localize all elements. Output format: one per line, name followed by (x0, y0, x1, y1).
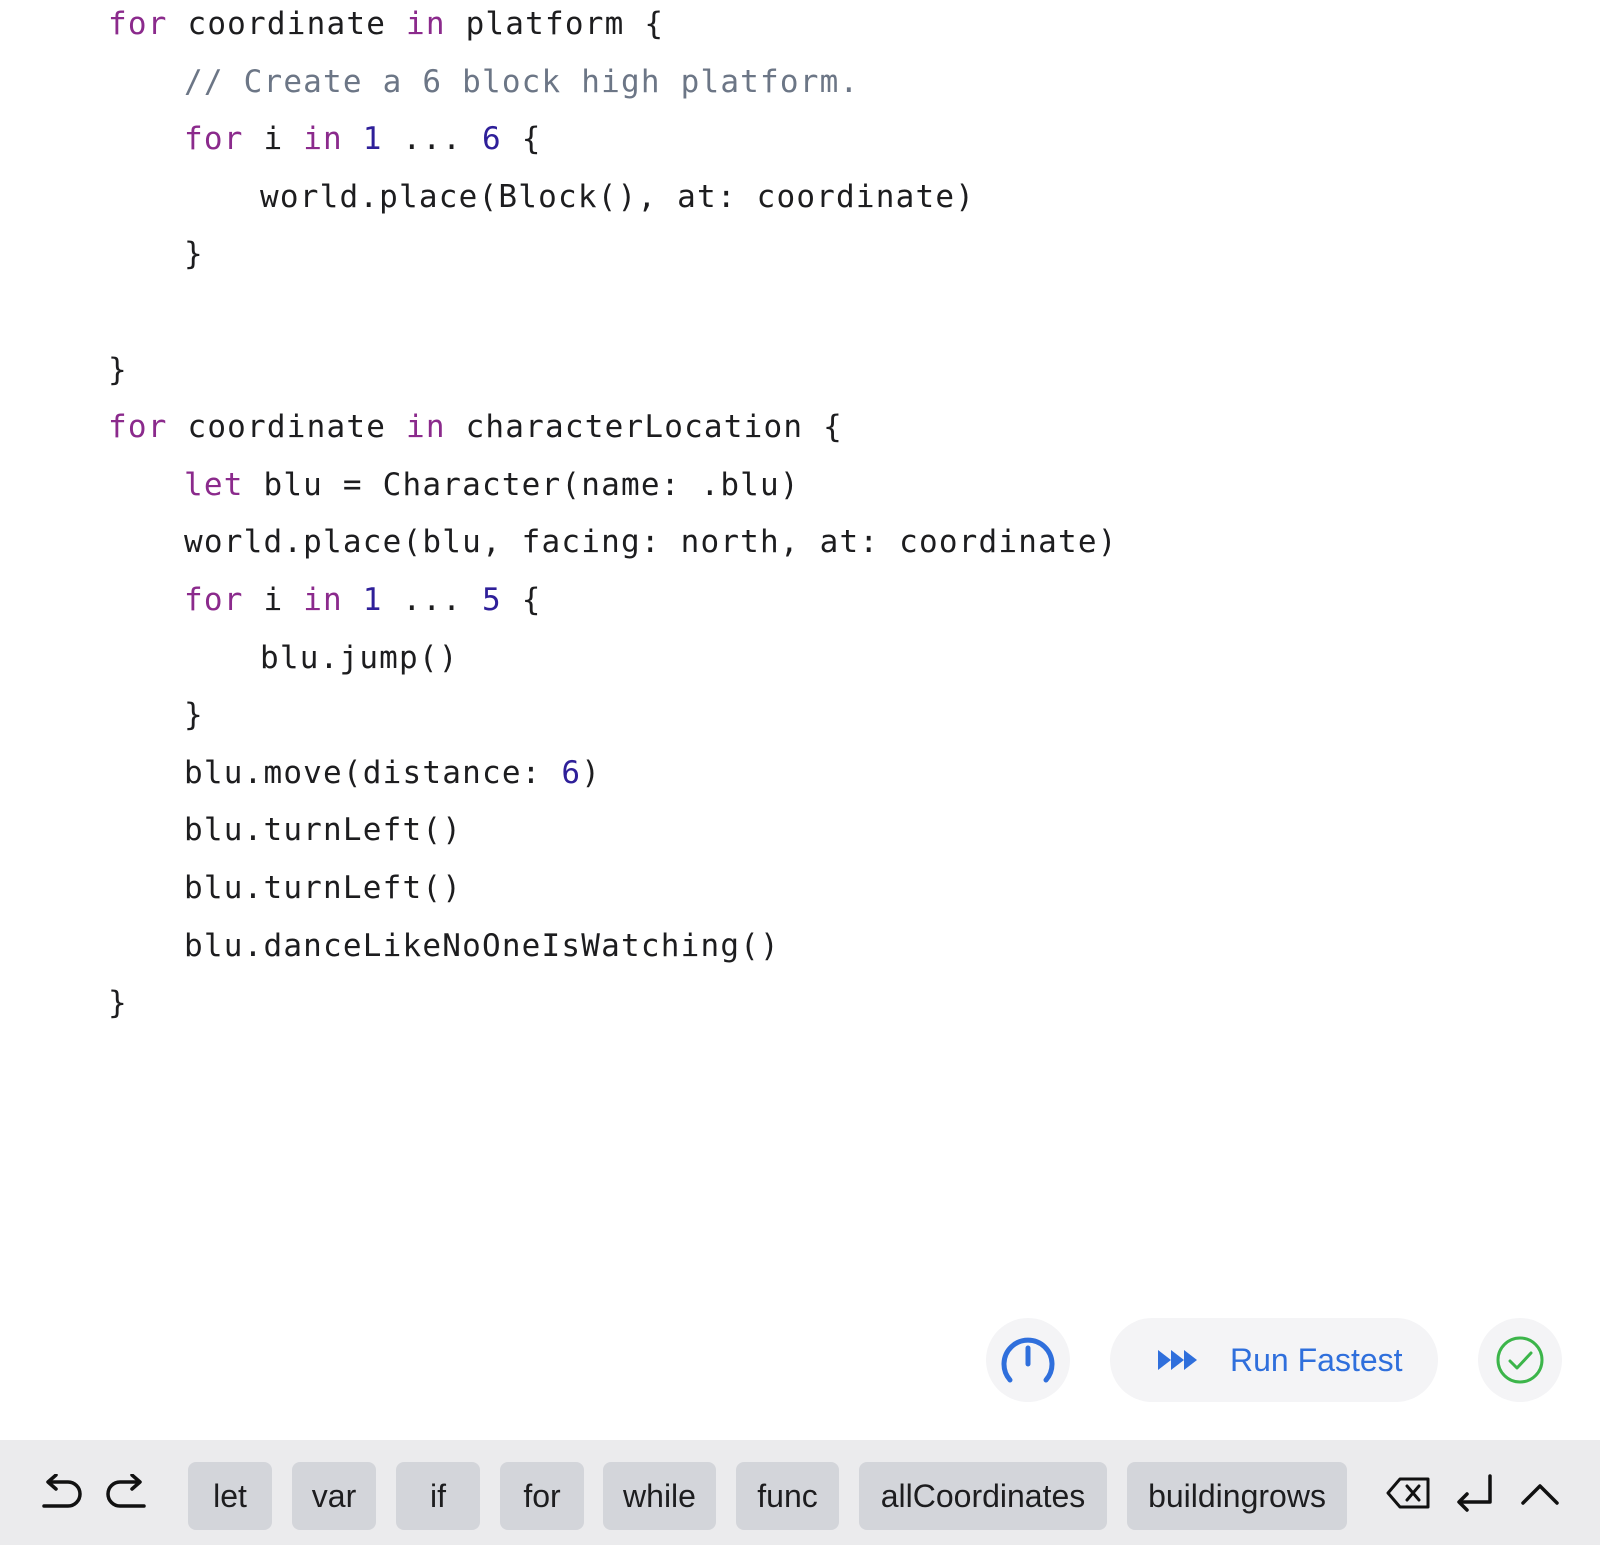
code-line[interactable]: } (108, 350, 128, 390)
code-token: } (108, 985, 128, 1022)
code-line[interactable]: } (184, 695, 204, 735)
shortcut-toolbar: let var if for while func allCoordinates… (0, 1440, 1600, 1545)
delete-backward-icon[interactable] (1386, 1476, 1432, 1510)
code-token: in (405, 6, 446, 42)
code-token: in (405, 409, 446, 446)
code-token: for (184, 121, 244, 158)
chip-while[interactable]: while (603, 1462, 716, 1530)
chip-let[interactable]: let (188, 1462, 272, 1530)
chip-for[interactable]: for (500, 1462, 584, 1530)
code-token: coordinate (167, 6, 406, 42)
code-token: } (184, 236, 204, 273)
chip-var[interactable]: var (292, 1462, 376, 1530)
code-token: i (243, 121, 304, 158)
fast-forward-icon (1158, 1350, 1197, 1370)
return-icon[interactable] (1454, 1474, 1496, 1514)
code-editor[interactable]: for coordinate in platform { // Create a … (0, 0, 1600, 1290)
code-token: blu.danceLikeNoOneIsWatching() (184, 927, 780, 964)
chip-buildingrows[interactable]: buildingrows (1127, 1462, 1347, 1530)
code-token: 5 (482, 582, 502, 618)
run-fastest-button[interactable]: Run Fastest (1110, 1318, 1438, 1402)
chip-func[interactable]: func (736, 1462, 839, 1530)
run-fastest-label: Run Fastest (1230, 1342, 1403, 1378)
code-line[interactable]: world.place(Block(), at: coordinate) (260, 177, 975, 217)
code-line[interactable]: } (108, 983, 128, 1023)
code-line[interactable]: for coordinate in characterLocation { (108, 407, 843, 447)
code-token: { (501, 121, 542, 158)
code-token: 1 (362, 582, 383, 618)
speed-button[interactable] (986, 1318, 1070, 1402)
code-token: // Create a 6 block high platform. (184, 63, 860, 100)
code-token: blu.turnLeft() (184, 812, 463, 849)
code-token: } (184, 697, 204, 734)
code-token: ... (382, 582, 482, 618)
chip-if[interactable]: if (396, 1462, 480, 1530)
checkmark-circle-icon (1496, 1336, 1544, 1384)
code-line[interactable]: blu.danceLikeNoOneIsWatching() (184, 926, 780, 966)
code-token: blu.turnLeft() (184, 870, 463, 906)
check-button[interactable] (1478, 1318, 1562, 1402)
code-token: blu.move(distance: (184, 754, 562, 791)
code-line[interactable]: let blu = Character(name: .blu) (184, 465, 800, 505)
code-token: for (184, 582, 244, 618)
code-line[interactable]: for i in 1 ... 6 { (184, 119, 542, 159)
code-line[interactable]: world.place(blu, facing: north, at: coor… (184, 522, 1118, 562)
code-token: blu.jump() (260, 639, 459, 676)
redo-icon[interactable] (104, 1474, 150, 1514)
code-token: let (184, 466, 244, 503)
code-line[interactable]: } (184, 234, 204, 274)
code-token: platform { (445, 6, 665, 42)
code-token: world.place(blu, facing: north, at: coor… (184, 524, 1118, 561)
code-token: ) (581, 754, 602, 791)
code-token: 6 (561, 754, 582, 791)
code-token: characterLocation { (445, 409, 843, 446)
code-token: { (501, 582, 542, 618)
code-line[interactable]: // Create a 6 block high platform. (184, 62, 859, 102)
code-token: } (108, 351, 128, 388)
code-token: 6 (482, 121, 502, 158)
code-line[interactable]: blu.turnLeft() (184, 810, 462, 850)
code-line[interactable]: for i in 1 ... 5 { (184, 580, 542, 620)
code-line[interactable]: blu.move(distance: 6) (184, 753, 601, 793)
code-token: in (303, 121, 343, 158)
code-line[interactable]: blu.turnLeft() (184, 868, 462, 908)
code-token: blu = Character(name: .blu) (243, 466, 800, 503)
chevron-up-icon[interactable] (1520, 1482, 1560, 1506)
undo-icon[interactable] (38, 1474, 84, 1514)
code-token: ... (382, 121, 482, 158)
speedometer-icon (1001, 1337, 1055, 1383)
code-token: i (243, 582, 304, 618)
code-token: for (108, 6, 168, 42)
code-token: in (303, 582, 343, 618)
code-token: 1 (362, 121, 383, 158)
code-token: for (108, 409, 168, 446)
code-token: world.place(Block(), at: coordinate) (260, 178, 976, 215)
code-line[interactable]: blu.jump() (260, 638, 459, 678)
code-line[interactable]: for coordinate in platform { (108, 4, 664, 44)
chip-allcoordinates[interactable]: allCoordinates (859, 1462, 1107, 1530)
code-token: coordinate (167, 409, 406, 446)
